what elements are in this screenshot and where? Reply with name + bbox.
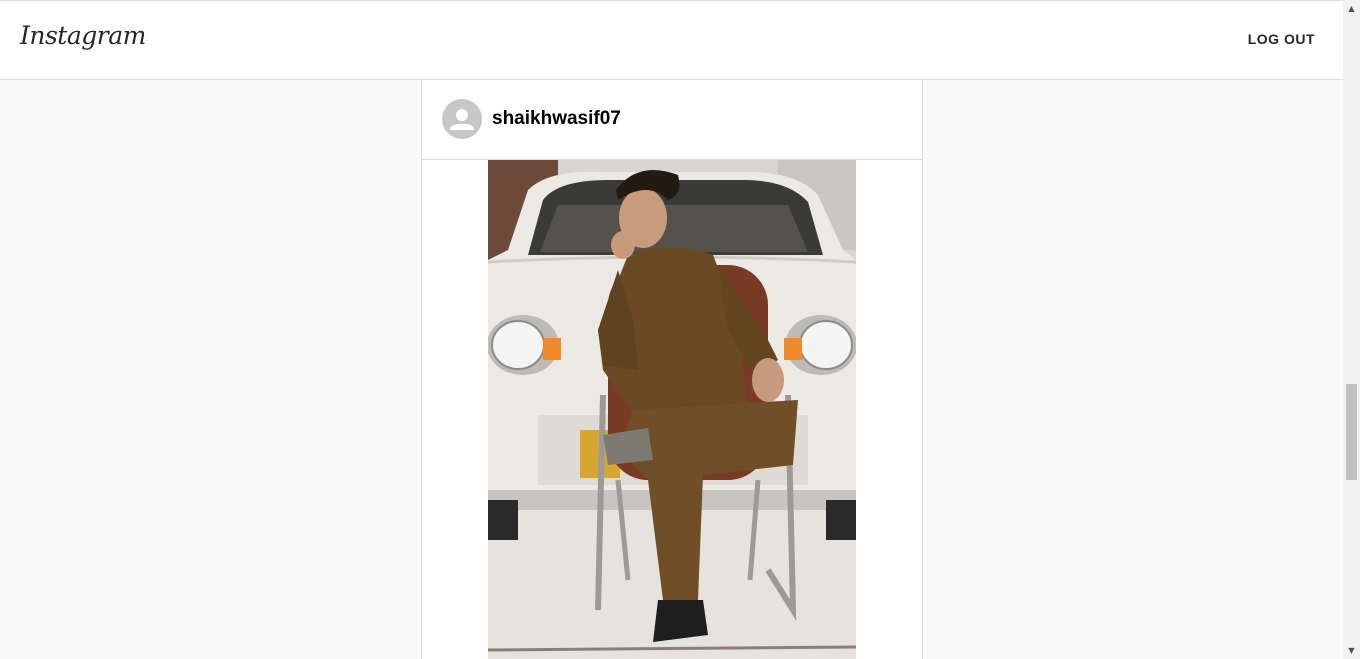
post-photo[interactable] xyxy=(488,160,856,659)
post-header: shaikhwasif07 xyxy=(422,80,922,160)
scroll-up-arrow-icon[interactable]: ▲ xyxy=(1343,0,1360,17)
post-photo-illustration xyxy=(488,160,856,659)
scroll-down-arrow-icon[interactable]: ▼ xyxy=(1343,642,1360,659)
post-username[interactable]: shaikhwasif07 xyxy=(492,108,621,130)
scrollbar-thumb[interactable] xyxy=(1346,384,1357,480)
post-card: shaikhwasif07 xyxy=(421,80,923,659)
default-user-icon xyxy=(450,109,474,130)
instagram-logo[interactable]: Instagram xyxy=(20,21,146,50)
page-scrollbar[interactable]: ▲ ▼ xyxy=(1343,0,1360,659)
logout-button[interactable]: LOG OUT xyxy=(1248,31,1315,47)
top-navigation-bar: Instagram LOG OUT xyxy=(0,0,1343,80)
avatar[interactable] xyxy=(442,99,482,139)
